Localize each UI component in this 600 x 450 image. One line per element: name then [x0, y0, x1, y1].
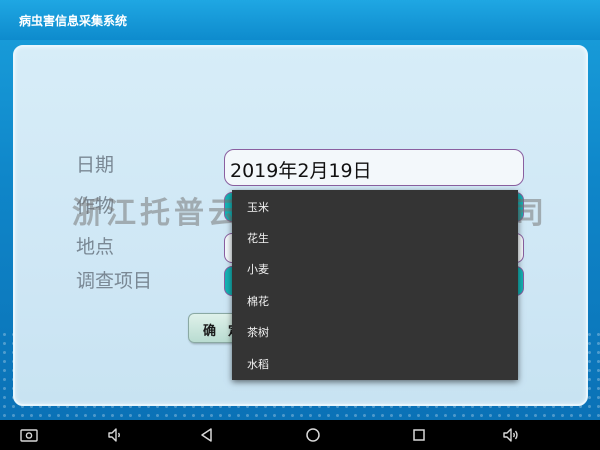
crop-dropdown-menu: 玉米 花生 小麦 棉花 茶树 水稻 — [232, 190, 518, 380]
system-nav-bar — [0, 420, 600, 450]
dropdown-option-tea[interactable]: 茶树 — [232, 315, 518, 346]
dropdown-option-label: 花生 — [247, 232, 269, 245]
dropdown-option-label: 水稻 — [247, 358, 269, 371]
dropdown-option-cotton[interactable]: 棉花 — [232, 284, 518, 315]
volume-down-icon[interactable] — [106, 426, 124, 444]
screenshot-icon[interactable] — [20, 426, 38, 444]
dropdown-option-label: 茶树 — [247, 326, 269, 339]
dropdown-option-wheat[interactable]: 小麦 — [232, 252, 518, 283]
dropdown-option-corn[interactable]: 玉米 — [232, 190, 518, 221]
title-bar: 病虫害信息采集系统 — [0, 0, 600, 40]
date-value: 2019年2月19日 — [230, 160, 372, 182]
dropdown-option-peanut[interactable]: 花生 — [232, 221, 518, 252]
survey-item-label: 调查项目 — [76, 270, 153, 292]
app-screen: 病虫害信息采集系统 日期 作物 地点 调查项目 2019年2月19日 确定 浙江… — [0, 0, 600, 450]
dropdown-option-label: 棉花 — [247, 295, 269, 308]
place-label: 地点 — [76, 236, 115, 258]
date-field[interactable]: 2019年2月19日 — [224, 149, 524, 186]
back-icon[interactable] — [198, 426, 216, 444]
home-icon[interactable] — [304, 426, 322, 444]
dropdown-option-rice[interactable]: 水稻 — [232, 347, 518, 378]
volume-up-icon[interactable] — [502, 426, 520, 444]
app-title: 病虫害信息采集系统 — [19, 14, 128, 28]
crop-label: 作物 — [76, 195, 115, 217]
dropdown-option-label: 玉米 — [247, 201, 269, 214]
dropdown-option-label: 小麦 — [247, 263, 269, 276]
date-label: 日期 — [76, 154, 115, 176]
recents-icon[interactable] — [410, 426, 428, 444]
